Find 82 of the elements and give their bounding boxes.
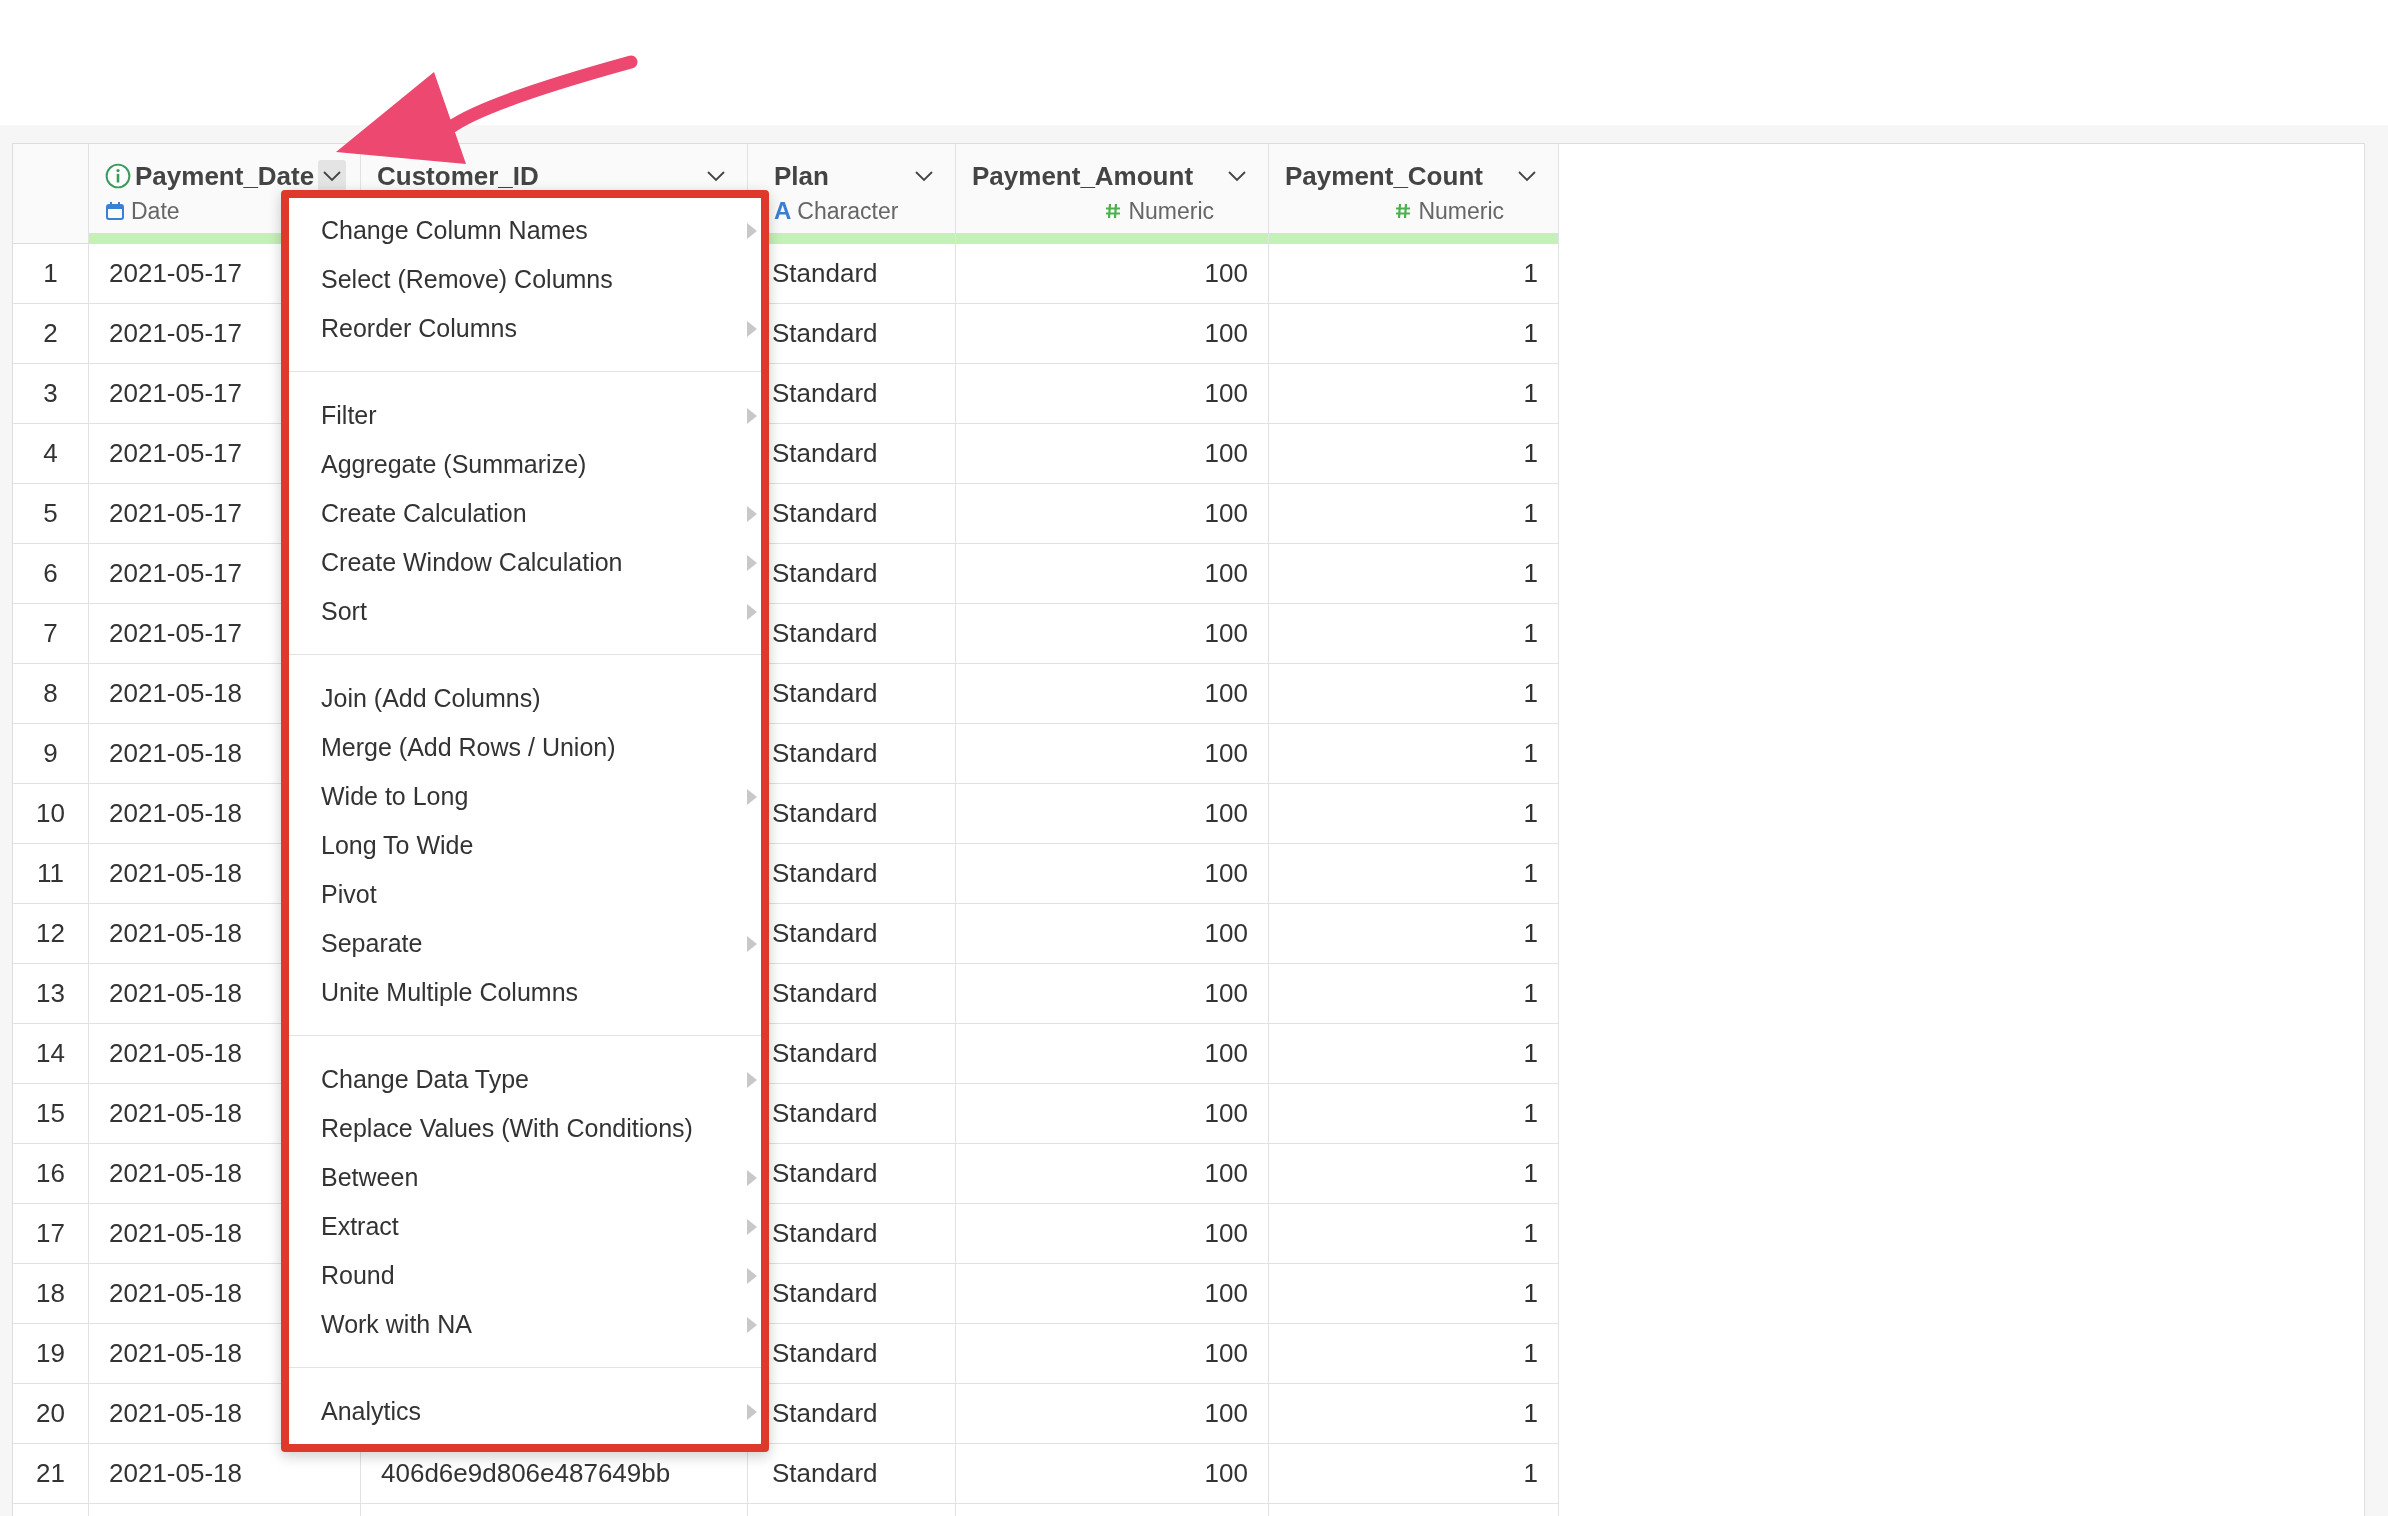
column-name: Payment_Count <box>1285 160 1484 192</box>
row-number: 21 <box>13 1444 89 1504</box>
row-number: 5 <box>13 484 89 544</box>
table-cell: 1 <box>1269 844 1559 904</box>
table-cell: 1 <box>1269 1024 1559 1084</box>
table-cell: 100 <box>956 1264 1269 1324</box>
row-number: 11 <box>13 844 89 904</box>
table-cell: 1 <box>1269 724 1559 784</box>
row-number: 18 <box>13 1264 89 1324</box>
row-number: 17 <box>13 1204 89 1264</box>
table-cell: 1 <box>1269 424 1559 484</box>
table-cell: 100 <box>956 784 1269 844</box>
column-type: Numeric <box>1418 197 1504 225</box>
table-cell: 100 <box>956 1444 1269 1504</box>
table-cell: 100 <box>956 1024 1269 1084</box>
table-cell: 1 <box>1269 1444 1559 1504</box>
table-cell: 1 <box>1269 904 1559 964</box>
table-cell: 1 <box>1269 304 1559 364</box>
row-number: 19 <box>13 1324 89 1384</box>
column-type: Character <box>797 197 899 225</box>
table-cell: 100 <box>956 1204 1269 1264</box>
row-number: 14 <box>13 1024 89 1084</box>
chevron-down-icon <box>1227 170 1247 182</box>
table-cell: 100 <box>956 604 1269 664</box>
table-cell: 1 <box>1269 964 1559 1024</box>
table-cell: 1 <box>1269 1264 1559 1324</box>
chevron-down-icon <box>1517 170 1537 182</box>
table-cell: 1 <box>1269 544 1559 604</box>
table-cell: 100 <box>956 844 1269 904</box>
calendar-icon <box>105 201 125 221</box>
table-cell: 1 <box>1269 604 1559 664</box>
row-number: 1 <box>13 244 89 304</box>
row-number: 13 <box>13 964 89 1024</box>
row-number: 8 <box>13 664 89 724</box>
table-cell: 1 <box>1269 1144 1559 1204</box>
row-number: 16 <box>13 1144 89 1204</box>
column-name: Payment_Date <box>135 160 315 192</box>
table-cell: 1 <box>1269 484 1559 544</box>
table-cell: 100 <box>956 1324 1269 1384</box>
row-number: 12 <box>13 904 89 964</box>
table-cell: 100 <box>956 484 1269 544</box>
table-cell: 1 <box>1269 1384 1559 1444</box>
table-cell: 1 <box>1269 784 1559 844</box>
chevron-down-icon <box>914 170 934 182</box>
table-cell: 1 <box>1269 1324 1559 1384</box>
column-type: Numeric <box>1128 197 1214 225</box>
chevron-down-icon <box>706 170 726 182</box>
table-cell: 100 <box>956 904 1269 964</box>
table-cell: 1 <box>1269 244 1559 304</box>
table-cell: 100 <box>956 424 1269 484</box>
row-number: 4 <box>13 424 89 484</box>
table-cell: 100 <box>956 664 1269 724</box>
column-name: Customer_ID <box>377 160 540 192</box>
row-number: 2 <box>13 304 89 364</box>
table-cell: 1 <box>1269 664 1559 724</box>
row-number: 15 <box>13 1084 89 1144</box>
column-type: Date <box>131 197 180 225</box>
row-number: 3 <box>13 364 89 424</box>
table-cell: 1 <box>1269 1204 1559 1264</box>
row-number: 7 <box>13 604 89 664</box>
table-cell: 100 <box>956 364 1269 424</box>
table-cell: 100 <box>956 1084 1269 1144</box>
column-name: Plan <box>774 160 830 192</box>
row-number: 20 <box>13 1384 89 1444</box>
table-cell: 100 <box>956 724 1269 784</box>
row-number: 10 <box>13 784 89 844</box>
table-cell: 1 <box>1269 1084 1559 1144</box>
table-cell: 100 <box>956 244 1269 304</box>
character-type-icon: A <box>774 197 792 225</box>
hash-icon <box>1394 202 1413 220</box>
column-name: Payment_Amount <box>972 160 1195 192</box>
table-cell: 100 <box>956 1384 1269 1444</box>
table-cell: 100 <box>956 1144 1269 1204</box>
chevron-down-icon <box>322 170 343 182</box>
table-cell: 100 <box>956 964 1269 1024</box>
hash-icon <box>1104 202 1123 220</box>
table-cell: 100 <box>956 304 1269 364</box>
row-number: 6 <box>13 544 89 604</box>
row-number: 9 <box>13 724 89 784</box>
column-menu-button[interactable] <box>318 160 346 192</box>
table-cell: 1 <box>1269 364 1559 424</box>
table-cell: 100 <box>956 544 1269 604</box>
